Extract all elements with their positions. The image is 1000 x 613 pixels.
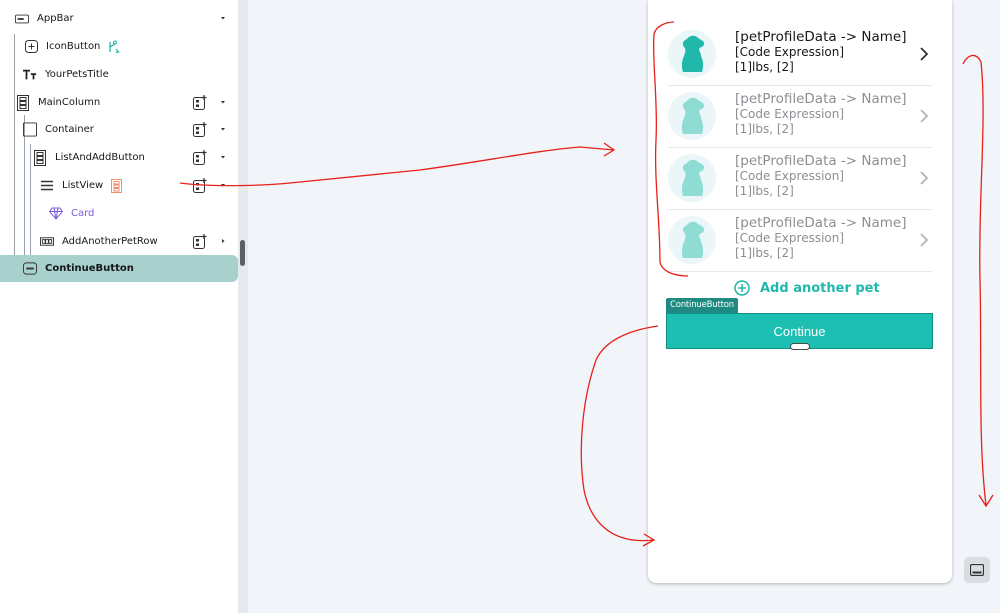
tree-node-addrow[interactable]: AddAnotherPetRow xyxy=(0,228,238,255)
pet-avatar xyxy=(668,92,716,140)
pet-code-expression: [Code Expression] xyxy=(735,107,845,121)
list-icon xyxy=(40,179,54,193)
chevron-right-icon[interactable] xyxy=(918,108,930,124)
add-another-pet-row[interactable]: Add another pet xyxy=(734,278,880,298)
tree-node-label: MainColumn xyxy=(38,97,101,108)
tree-node-maincolumn[interactable]: MainColumn xyxy=(0,89,238,116)
annotation-arrowhead xyxy=(603,142,616,157)
pet-avatar xyxy=(668,216,716,264)
column-icon xyxy=(16,94,30,111)
tree-node-continue[interactable]: ContinueButton xyxy=(0,255,238,282)
resize-handle[interactable] xyxy=(790,343,810,350)
pet-code-expression: [Code Expression] xyxy=(735,169,845,183)
tree-node-label: Card xyxy=(71,208,95,219)
chevron-right-icon[interactable] xyxy=(918,232,930,248)
scrollbar-handle[interactable] xyxy=(240,240,245,266)
tree-node-appbar[interactable]: AppBar xyxy=(0,5,238,32)
annotation-curve-arrow xyxy=(580,325,659,542)
annotation-vertical-arrow xyxy=(962,54,987,506)
pet-code-expression: [Code Expression] xyxy=(735,45,845,59)
pet-card[interactable]: [petProfileData -> Name] [Code Expressio… xyxy=(668,210,932,272)
device-icon xyxy=(970,564,984,576)
widget-tree-panel: AppBar IconButton YourPetsTitle MainColu… xyxy=(0,0,238,613)
tree-node-listview[interactable]: ListView xyxy=(0,172,238,199)
pet-text-block: [petProfileData -> Name] [Code Expressio… xyxy=(735,91,925,137)
dog-icon xyxy=(681,35,705,72)
tree-node-container[interactable]: Container xyxy=(0,116,238,143)
add-box-icon xyxy=(24,40,38,54)
pet-text-block: [petProfileData -> Name] [Code Expressio… xyxy=(735,29,925,75)
tree-node-card[interactable]: Card xyxy=(0,200,238,227)
tree-node-label: IconButton xyxy=(46,41,101,52)
tree-node-iconbutton[interactable]: IconButton xyxy=(0,33,238,60)
pet-avatar xyxy=(668,30,716,78)
tree-node-label: AppBar xyxy=(37,13,74,24)
pet-weight: [1]lbs, [2] xyxy=(735,60,794,74)
square-icon xyxy=(23,122,37,137)
add-widget-icon[interactable] xyxy=(193,234,207,249)
dog-icon xyxy=(681,221,705,258)
pet-name: [petProfileData -> Name] xyxy=(735,153,907,169)
pet-name: [petProfileData -> Name] xyxy=(735,215,907,231)
chevron-right-icon[interactable] xyxy=(219,237,227,245)
diamond-icon xyxy=(49,207,63,221)
tree-node-label: ListView xyxy=(62,180,104,191)
pet-card[interactable]: [petProfileData -> Name] [Code Expressio… xyxy=(668,148,932,210)
tree-node-label: Container xyxy=(45,124,94,135)
tree-node-label: ContinueButton xyxy=(45,263,134,274)
device-toggle-button[interactable] xyxy=(964,557,990,583)
chevron-down-icon[interactable] xyxy=(219,125,227,133)
tree-node-label: AddAnotherPetRow xyxy=(62,236,158,247)
dog-icon xyxy=(681,159,705,196)
annotation-arrowhead xyxy=(978,494,994,508)
add-widget-icon[interactable] xyxy=(193,95,207,110)
tree-node-label: ListAndAddButton xyxy=(55,152,145,163)
add-another-pet-label: Add another pet xyxy=(760,280,880,296)
add-circle-icon xyxy=(734,280,750,296)
tree-node-title[interactable]: YourPetsTitle xyxy=(0,61,238,88)
pet-weight: [1]lbs, [2] xyxy=(735,246,794,260)
panel-divider[interactable] xyxy=(238,0,248,613)
row-icon xyxy=(40,235,54,249)
branch-icon xyxy=(106,40,121,54)
add-widget-icon[interactable] xyxy=(193,150,207,165)
tree-node-listandadd[interactable]: ListAndAddButton xyxy=(0,144,238,171)
pet-weight: [1]lbs, [2] xyxy=(735,184,794,198)
appbar-icon xyxy=(15,12,29,26)
column-warning-icon xyxy=(111,178,123,193)
chevron-right-icon[interactable] xyxy=(918,46,930,62)
dog-icon xyxy=(681,97,705,134)
phone-preview: [petProfileData -> Name] [Code Expressio… xyxy=(648,0,952,583)
tree-node-label: YourPetsTitle xyxy=(45,69,109,80)
pet-card[interactable]: [petProfileData -> Name] [Code Expressio… xyxy=(668,24,932,86)
chevron-down-icon[interactable] xyxy=(219,98,227,106)
text-icon xyxy=(23,68,37,82)
chevron-down-icon[interactable] xyxy=(219,14,227,22)
selected-widget-tag: ContinueButton xyxy=(666,298,738,313)
pet-weight: [1]lbs, [2] xyxy=(735,122,794,136)
pet-card[interactable]: [petProfileData -> Name] [Code Expressio… xyxy=(668,86,932,148)
column-icon xyxy=(33,149,47,166)
chevron-right-icon[interactable] xyxy=(918,170,930,186)
add-widget-icon[interactable] xyxy=(193,178,207,193)
chevron-down-icon[interactable] xyxy=(219,181,227,189)
pet-name: [petProfileData -> Name] xyxy=(735,29,907,45)
pet-code-expression: [Code Expression] xyxy=(735,231,845,245)
button-icon xyxy=(23,262,37,276)
chevron-down-icon[interactable] xyxy=(219,153,227,161)
add-widget-icon[interactable] xyxy=(193,122,207,137)
pet-text-block: [petProfileData -> Name] [Code Expressio… xyxy=(735,215,925,261)
pet-avatar xyxy=(668,154,716,202)
pet-text-block: [petProfileData -> Name] [Code Expressio… xyxy=(735,153,925,199)
pet-name: [petProfileData -> Name] xyxy=(735,91,907,107)
